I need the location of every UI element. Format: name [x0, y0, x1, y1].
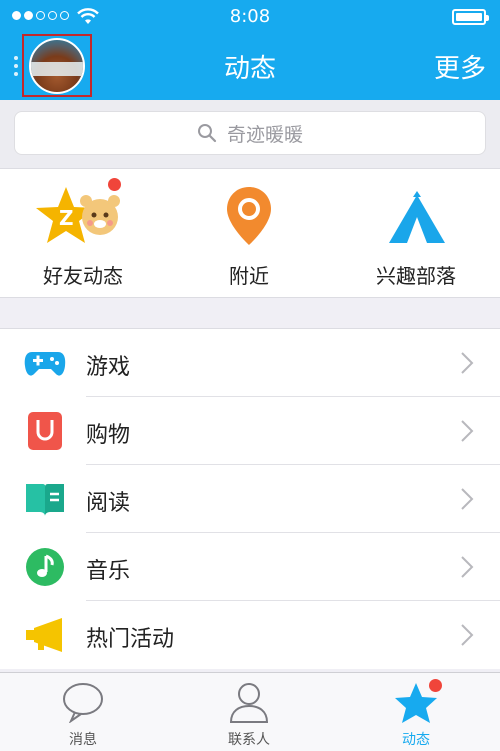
tab-messages[interactable]: 消息	[0, 673, 166, 751]
list-item-events[interactable]: 热门活动	[0, 601, 500, 669]
chevron-right-icon	[461, 352, 474, 374]
svg-text:Z: Z	[59, 206, 74, 230]
status-time: 8:08	[229, 6, 271, 27]
tab-contacts[interactable]: 联系人	[166, 673, 332, 751]
megaphone-icon	[26, 618, 62, 652]
star-feed-icon	[333, 681, 499, 723]
list-item-label: 热门活动	[86, 627, 175, 652]
chevron-right-icon	[461, 488, 474, 510]
battery-icon	[452, 9, 489, 25]
gamepad-icon	[24, 352, 66, 376]
search-input[interactable]: 奇迹暖暖	[14, 111, 486, 155]
tab-label: 联系人	[228, 732, 270, 748]
shopping-bag-icon	[28, 412, 62, 450]
quick-item-label: 兴趣部落	[376, 264, 456, 288]
location-pin-icon	[166, 183, 332, 249]
notification-dot	[429, 679, 442, 692]
list-item-games[interactable]: 游戏	[0, 329, 500, 397]
quick-item-tribe[interactable]: 兴趣部落	[333, 169, 499, 297]
notification-dot	[108, 178, 121, 191]
feature-list: 游戏 购物 阅读 音乐 热门活动	[0, 328, 500, 669]
contact-person-icon	[166, 681, 332, 723]
search-icon	[197, 124, 217, 143]
tab-label: 动态	[402, 732, 430, 748]
more-button[interactable]: 更多	[434, 48, 486, 85]
quick-entries: Z 好友动态 附近 兴趣部落	[0, 169, 500, 298]
list-item-label: 游戏	[86, 355, 131, 380]
chevron-right-icon	[461, 556, 474, 578]
music-note-icon	[26, 548, 64, 586]
search-placeholder: 奇迹暖暖	[226, 123, 303, 146]
list-item-shopping[interactable]: 购物	[0, 397, 500, 465]
chat-bubble-icon	[0, 681, 166, 723]
quick-item-label: 附近	[229, 264, 269, 288]
page-title: 动态	[223, 54, 276, 84]
book-icon	[26, 484, 64, 516]
chevron-right-icon	[461, 624, 474, 646]
friend-feed-star-icon: Z	[0, 183, 166, 249]
chevron-right-icon	[461, 420, 474, 442]
status-bar: 8:08	[0, 0, 500, 34]
tab-label: 消息	[69, 732, 97, 748]
quick-item-label: 好友动态	[43, 264, 123, 288]
tent-icon	[333, 183, 499, 249]
tab-feed[interactable]: 动态	[333, 673, 499, 751]
quick-item-nearby[interactable]: 附近	[166, 169, 332, 297]
list-item-label: 阅读	[86, 491, 131, 516]
bottom-tab-bar: 消息 联系人 动态	[0, 672, 500, 751]
top-nav-bar: 动态 更多	[0, 34, 500, 100]
list-item-reading[interactable]: 阅读	[0, 465, 500, 533]
search-area: 奇迹暖暖	[0, 100, 500, 169]
list-item-label: 购物	[86, 423, 131, 448]
list-item-music[interactable]: 音乐	[0, 533, 500, 601]
quick-item-friend-feed[interactable]: Z 好友动态	[0, 169, 166, 297]
list-item-label: 音乐	[86, 559, 131, 584]
